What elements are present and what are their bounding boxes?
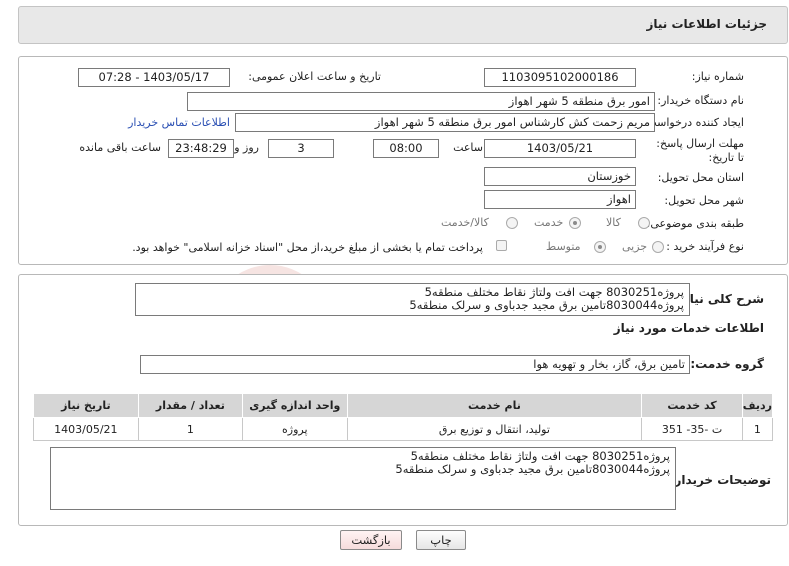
buyer-org-label: نام دستگاه خریدار: (657, 94, 744, 107)
category-option-goods-service-label: کالا/خدمت (441, 216, 489, 229)
buyer-notes-label: توضیحات خریدار: (669, 473, 771, 487)
buyer-org-field: امور برق منطقه 5 شهر اهواز (187, 92, 655, 111)
col-row: ردیف (741, 393, 774, 418)
remaining-time-field: 23:48:29 (168, 139, 234, 158)
cell-service-name: تولید، انتقال و توزیع برق (346, 417, 643, 441)
days-label: روز و (234, 141, 259, 154)
process-option-medium-label: متوسط (546, 240, 581, 253)
buyer-notes-textarea: پروژه8030251 جهت افت ولتاژ نقاط مختلف من… (50, 447, 676, 510)
days-remaining-field: 3 (268, 139, 334, 158)
remaining-time-label: ساعت باقی مانده (79, 141, 161, 154)
city-label: شهر محل تحویل: (664, 194, 744, 207)
col-need-date: تاریخ نیاز (33, 393, 139, 418)
category-option-goods-label: کالا (606, 216, 621, 229)
process-type-label: نوع فرآیند خرید : (666, 240, 744, 253)
deadline-date-field: 1403/05/21 (484, 139, 636, 158)
process-option-medium-radio[interactable] (594, 241, 606, 253)
services-table: ردیف کد خدمت نام خدمت واحد اندازه گیری ت… (33, 393, 774, 441)
services-table-header-row: ردیف کد خدمت نام خدمت واحد اندازه گیری ت… (33, 393, 774, 418)
summary-label: شرح کلی نیاز: (678, 292, 764, 306)
col-unit: واحد اندازه گیری (242, 393, 348, 418)
col-quantity: تعداد / مقدار (137, 393, 244, 418)
print-button[interactable]: چاپ (416, 530, 466, 550)
city-field: اهواز (484, 190, 636, 209)
category-label: طبقه بندی موضوعی: (646, 217, 744, 230)
services-section-title: اطلاعات خدمات مورد نیاز (613, 321, 764, 335)
creator-label: ایجاد کننده درخواست: (642, 116, 744, 129)
category-option-service-label: خدمت (534, 216, 564, 229)
cell-row: 1 (741, 417, 774, 441)
category-option-service-radio[interactable] (569, 217, 581, 229)
service-group-label: گروه خدمت: (690, 357, 764, 371)
process-option-minor-radio[interactable] (652, 241, 664, 253)
announce-date-label: تاریخ و ساعت اعلان عمومی: (248, 70, 381, 83)
province-field: خوزستان (484, 167, 636, 186)
category-option-goods-radio[interactable] (638, 217, 650, 229)
cell-need-date: 1403/05/21 (33, 417, 139, 441)
cell-service-code: ت -35- 351 (641, 417, 743, 441)
service-group-field: تامین برق، گاز، بخار و تهویه هوا (140, 355, 690, 374)
page-header: جزئیات اطلاعات نیاز (18, 6, 788, 44)
category-option-goods-service-radio[interactable] (506, 217, 518, 229)
creator-field: مریم زحمت کش کارشناس امور برق منطقه 5 شه… (235, 113, 655, 132)
province-label: استان محل تحویل: (657, 171, 744, 184)
buyer-contact-link[interactable]: اطلاعات تماس خریدار (128, 116, 230, 129)
deadline-label: مهلت ارسال پاسخ: تا تاریخ: (656, 137, 744, 164)
table-row: 1 ت -35- 351 تولید، انتقال و توزیع برق پ… (33, 417, 774, 441)
need-number-field: 1103095102000186 (484, 68, 636, 87)
buyer-notes-line-2: پروژه8030044تامین برق مجید جدباوی و سرلک… (395, 462, 670, 476)
announce-date-field: 1403/05/17 - 07:28 (78, 68, 230, 87)
treasury-payment-checkbox[interactable] (496, 240, 507, 251)
page-title: جزئیات اطلاعات نیاز (646, 17, 767, 31)
treasury-payment-note: پرداخت تمام یا بخشی از مبلغ خرید،از محل … (132, 241, 483, 254)
process-option-minor-label: جزیی (622, 240, 648, 253)
col-service-code: کد خدمت (641, 393, 743, 418)
summary-line-2: پروژه8030044تامین برق مجید جدباوی و سرلک… (409, 298, 684, 312)
back-button[interactable]: بازگشت (340, 530, 402, 550)
deadline-time-label: ساعت (453, 141, 483, 154)
deadline-time-field: 08:00 (373, 139, 439, 158)
col-service-name: نام خدمت (346, 393, 643, 418)
cell-unit: پروژه (242, 417, 348, 441)
cell-quantity: 1 (137, 417, 244, 441)
summary-textarea: پروژه8030251 جهت افت ولتاژ نقاط مختلف من… (135, 283, 690, 316)
need-number-label: شماره نیاز: (691, 70, 744, 83)
